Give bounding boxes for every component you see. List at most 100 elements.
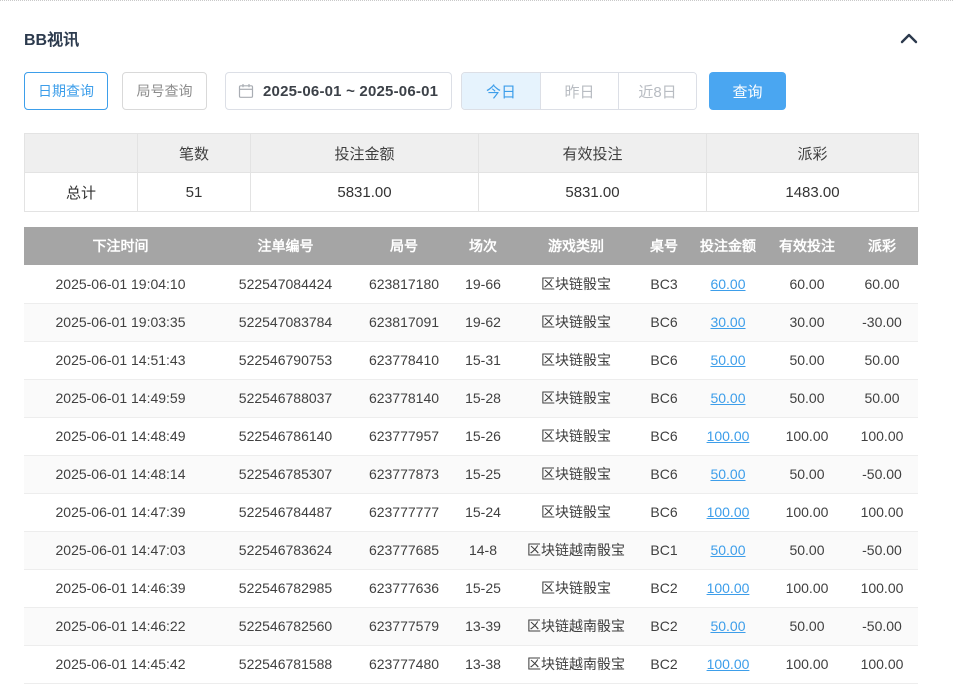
bet-time-cell: 2025-06-01 14:51:43 [24,341,217,379]
order-number-cell: 522546786140 [217,417,354,455]
bet-amount-link[interactable]: 50.00 [710,390,745,406]
summary-header-row: 笔数 投注金额 有效投注 派彩 [25,134,919,173]
bet-amount-cell: 100.00 [688,493,768,531]
round-number-cell: 623777873 [354,455,454,493]
order-number-cell: 522546782985 [217,569,354,607]
bet-amount-cell: 100.00 [688,569,768,607]
bet-amount-link[interactable]: 50.00 [710,352,745,368]
payout-cell: 100.00 [846,493,918,531]
order-number-cell: 522546784487 [217,493,354,531]
order-number-cell: 522546788037 [217,379,354,417]
table-number-cell: BC6 [640,493,688,531]
table-number-cell: BC6 [640,417,688,455]
round-number-cell: 623778140 [354,379,454,417]
game-type-cell: 区块链骰宝 [512,455,640,493]
valid-bet-cell: 100.00 [768,493,846,531]
round-query-button[interactable]: 局号查询 [122,72,207,110]
bet-amount-cell: 50.00 [688,531,768,569]
table-number-cell: BC6 [640,303,688,341]
table-number-cell: BC6 [640,455,688,493]
payout-cell: -30.00 [846,303,918,341]
summary-corner-cell [25,134,138,173]
order-number-cell: 522546781588 [217,645,354,683]
search-button[interactable]: 查询 [709,72,786,110]
bet-amount-link[interactable]: 30.00 [710,314,745,330]
game-type-cell: 区块链骰宝 [512,493,640,531]
filter-bar: 日期查询 局号查询 2025-06-01 ~ 2025-06-01 今日 昨日 … [24,72,918,110]
table-row: 2025-06-01 14:48:14 522546785307 6237778… [24,455,918,493]
game-type-cell: 区块链越南骰宝 [512,645,640,683]
bet-amount-link[interactable]: 100.00 [707,656,750,672]
bet-time-cell: 2025-06-01 14:49:59 [24,379,217,417]
bet-amount-link[interactable]: 50.00 [710,618,745,634]
header-table-number: 桌号 [640,227,688,265]
table-number-cell: BC6 [640,379,688,417]
summary-header-payout: 派彩 [707,134,919,173]
payout-cell: -50.00 [846,455,918,493]
quick-range-last8days-button[interactable]: 近8日 [618,73,696,109]
header-bet-time: 下注时间 [24,227,217,265]
summary-total-label: 总计 [25,173,138,212]
header-round-number: 局号 [354,227,454,265]
summary-header-bet-amount: 投注金额 [251,134,479,173]
bet-time-cell: 2025-06-01 14:46:22 [24,607,217,645]
payout-cell: -50.00 [846,531,918,569]
bet-time-cell: 2025-06-01 14:45:42 [24,645,217,683]
bet-amount-link[interactable]: 100.00 [707,428,750,444]
quick-range-today-button[interactable]: 今日 [462,73,540,109]
chevron-up-icon [900,32,918,44]
session-cell: 15-25 [454,569,512,607]
valid-bet-cell: 100.00 [768,417,846,455]
quick-range-group: 今日 昨日 近8日 [461,72,697,110]
game-type-cell: 区块链骰宝 [512,569,640,607]
payout-cell: 100.00 [846,569,918,607]
valid-bet-cell: 100.00 [768,569,846,607]
valid-bet-cell: 100.00 [768,645,846,683]
table-number-cell: BC2 [640,569,688,607]
bet-time-cell: 2025-06-01 14:48:49 [24,417,217,455]
bet-amount-cell: 30.00 [688,303,768,341]
round-number-cell: 623777777 [354,493,454,531]
session-cell: 19-66 [454,265,512,303]
quick-range-yesterday-button[interactable]: 昨日 [540,73,618,109]
game-type-cell: 区块链越南骰宝 [512,607,640,645]
session-cell: 15-28 [454,379,512,417]
bet-table-body: 2025-06-01 19:04:10 522547084424 6238171… [24,265,918,683]
valid-bet-cell: 60.00 [768,265,846,303]
bet-amount-link[interactable]: 100.00 [707,580,750,596]
bet-amount-link[interactable]: 50.00 [710,542,745,558]
order-number-cell: 522547083784 [217,303,354,341]
session-cell: 13-38 [454,645,512,683]
summary-total-count: 51 [138,173,251,212]
header-bet-amount: 投注金额 [688,227,768,265]
bet-amount-link[interactable]: 50.00 [710,466,745,482]
order-number-cell: 522546790753 [217,341,354,379]
header-valid-bet: 有效投注 [768,227,846,265]
bet-amount-cell: 50.00 [688,341,768,379]
valid-bet-cell: 50.00 [768,379,846,417]
summary-total-row: 总计 51 5831.00 5831.00 1483.00 [25,173,919,212]
game-type-cell: 区块链骰宝 [512,265,640,303]
summary-total-payout: 1483.00 [707,173,919,212]
payout-cell: -50.00 [846,607,918,645]
bet-time-cell: 2025-06-01 19:04:10 [24,265,217,303]
session-cell: 14-8 [454,531,512,569]
collapse-button[interactable] [900,32,918,44]
date-range-input[interactable]: 2025-06-01 ~ 2025-06-01 [225,72,452,110]
bet-amount-cell: 50.00 [688,455,768,493]
bet-amount-link[interactable]: 60.00 [710,276,745,292]
round-number-cell: 623777957 [354,417,454,455]
table-row: 2025-06-01 14:46:39 522546782985 6237776… [24,569,918,607]
session-cell: 15-25 [454,455,512,493]
header-game-type: 游戏类别 [512,227,640,265]
panel-header: BB视讯 [24,1,918,50]
bet-time-cell: 2025-06-01 14:47:39 [24,493,217,531]
bet-amount-cell: 60.00 [688,265,768,303]
round-number-cell: 623778410 [354,341,454,379]
game-type-cell: 区块链骰宝 [512,379,640,417]
calendar-icon [238,83,254,99]
date-query-button[interactable]: 日期查询 [24,72,108,110]
round-number-cell: 623817180 [354,265,454,303]
round-number-cell: 623817091 [354,303,454,341]
bet-amount-link[interactable]: 100.00 [707,504,750,520]
